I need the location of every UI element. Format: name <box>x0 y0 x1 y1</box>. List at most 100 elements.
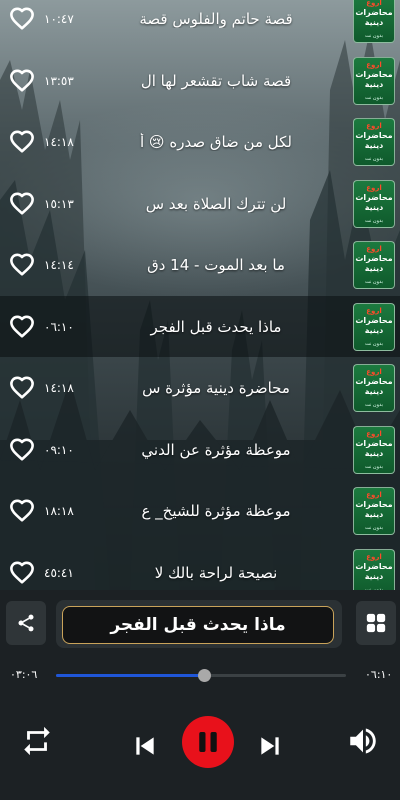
thumbnail-line2: محاضرات دينية <box>355 499 393 519</box>
thumbnail-line1: اروع <box>366 429 382 438</box>
track-duration: ١٤:١٨ <box>44 380 74 395</box>
favorite-heart-icon[interactable] <box>9 560 37 586</box>
track-title: موعظة مؤثرة للشيخ_ ع <box>141 501 291 520</box>
track-duration: ٤٥:٤١ <box>44 565 74 580</box>
thumbnail-line2: محاضرات دينية <box>355 376 393 396</box>
total-time: ٠٦:١٠ <box>365 668 393 681</box>
track-title: لن تترك الصلاة بعد س <box>145 194 287 213</box>
track-thumbnail: اروع محاضرات دينية بدون نت <box>353 117 395 166</box>
previous-button[interactable] <box>130 730 160 762</box>
thumbnail-line3: بدون نت <box>365 524 383 531</box>
thumbnail-line1: اروع <box>366 306 382 315</box>
track-duration: ١٤:١٨ <box>44 134 74 149</box>
thumbnail-line2: محاضرات دينية <box>355 438 393 458</box>
track-thumbnail: اروع محاضرات دينية بدون نت <box>353 56 395 105</box>
track-duration: ١٤:١٤ <box>44 257 74 272</box>
favorite-heart-icon[interactable] <box>9 437 37 463</box>
track-row[interactable]: ١٣:٥٣ قصة شاب تقشعر لها ال اروع محاضرات دين… <box>0 50 400 111</box>
favorite-heart-icon[interactable] <box>9 252 37 278</box>
track-title: قصة حاتم والفلوس قصة <box>139 9 293 28</box>
now-playing-title: ماذا يحدث قبل الفجر <box>62 606 334 644</box>
track-duration: ١٥:١٣ <box>44 196 74 211</box>
thumbnail-line2: محاضرات دينية <box>355 69 393 89</box>
pause-icon <box>199 732 217 752</box>
menu-grid-button[interactable] <box>356 601 396 645</box>
thumbnail-line3: بدون نت <box>365 217 383 224</box>
track-thumbnail: اروع محاضرات دينية بدون نت <box>353 0 395 43</box>
volume-icon <box>350 728 376 754</box>
track-row[interactable]: ٠٦:١٠ ماذا يحدث قبل الفجر اروع محاضرات ديني… <box>0 296 400 357</box>
track-thumbnail: اروع محاضرات دينية بدون نت <box>353 302 395 351</box>
track-duration: ١٣:٥٣ <box>44 73 74 88</box>
track-row[interactable]: ٤٥:٤١ نصيحة لراحة بالك لا اروع محاضرات ديني… <box>0 542 400 590</box>
track-row[interactable]: ١٤:١٨ لكل من ضاق صدره 😢 أ اروع محاضرات ديني… <box>0 111 400 172</box>
pause-button[interactable] <box>182 716 234 768</box>
thumbnail-line3: بدون نت <box>365 401 383 408</box>
track-duration: ٠٩:١٠ <box>44 442 74 457</box>
thumbnail-line1: اروع <box>366 552 382 561</box>
track-row[interactable]: ١٤:١٨ محاضرة دينية مؤثرة س اروع محاضرات دين… <box>0 357 400 418</box>
seek-thumb[interactable] <box>197 669 211 682</box>
skip-previous-icon <box>136 737 154 755</box>
thumbnail-line1: اروع <box>366 60 382 69</box>
favorite-heart-icon[interactable] <box>9 68 37 94</box>
thumbnail-line2: محاضرات دينية <box>355 130 393 150</box>
repeat-icon <box>24 726 50 756</box>
track-thumbnail: اروع محاضرات دينية بدون نت <box>353 240 395 289</box>
repeat-button[interactable] <box>18 722 56 760</box>
thumbnail-line3: بدون نت <box>365 155 383 162</box>
track-thumbnail: اروع محاضرات دينية بدون نت <box>353 179 395 228</box>
thumbnail-line2: محاضرات دينية <box>355 192 393 212</box>
thumbnail-line1: اروع <box>366 367 382 376</box>
thumbnail-line2: محاضرات دينية <box>355 561 393 581</box>
track-duration: ٠٦:١٠ <box>44 319 74 334</box>
favorite-heart-icon[interactable] <box>9 375 37 401</box>
volume-button[interactable] <box>344 722 382 760</box>
track-thumbnail: اروع محاضرات دينية بدون نت <box>353 548 395 590</box>
thumbnail-line3: بدون نت <box>365 463 383 470</box>
track-thumbnail: اروع محاضرات دينية بدون نت <box>353 425 395 474</box>
skip-next-icon <box>261 737 279 755</box>
favorite-heart-icon[interactable] <box>9 191 37 217</box>
track-title: محاضرة دينية مؤثرة س <box>142 378 290 397</box>
track-title: ماذا يحدث قبل الفجر <box>150 317 282 336</box>
track-title: ما بعد الموت - 14 دق <box>147 255 285 274</box>
thumbnail-line1: اروع <box>366 183 382 192</box>
favorite-heart-icon[interactable] <box>9 314 37 340</box>
grid-icon <box>366 613 386 633</box>
thumbnail-line1: اروع <box>366 490 382 499</box>
next-button[interactable] <box>255 730 285 762</box>
track-row[interactable]: ١٤:١٤ ما بعد الموت - 14 دق اروع محاضرات دين… <box>0 234 400 295</box>
track-row[interactable]: ٠٩:١٠ موعظة مؤثرة عن الدني اروع محاضرات دين… <box>0 419 400 480</box>
thumbnail-line2: محاضرات دينية <box>355 7 393 27</box>
thumbnail-line1: اروع <box>366 244 382 253</box>
seek-bar[interactable] <box>56 669 346 682</box>
favorite-heart-icon[interactable] <box>9 129 37 155</box>
track-title: موعظة مؤثرة عن الدني <box>141 440 291 459</box>
track-row[interactable]: ١٥:١٣ لن تترك الصلاة بعد س اروع محاضرات دين… <box>0 173 400 234</box>
track-title: لكل من ضاق صدره 😢 أ <box>140 132 292 151</box>
track-list: ١٠:٤٧ قصة حاتم والفلوس قصة اروع محاضرات دين… <box>0 0 400 590</box>
share-icon <box>18 614 34 632</box>
track-thumbnail: اروع محاضرات دينية بدون نت <box>353 486 395 535</box>
now-playing-box: ماذا يحدث قبل الفجر <box>56 600 342 648</box>
elapsed-time: ٠٣:٠٦ <box>10 668 38 681</box>
favorite-heart-icon[interactable] <box>9 498 37 524</box>
track-thumbnail: اروع محاضرات دينية بدون نت <box>353 363 395 412</box>
seek-progress <box>56 674 204 677</box>
track-row[interactable]: ١٠:٤٧ قصة حاتم والفلوس قصة اروع محاضرات دين… <box>0 0 400 49</box>
thumbnail-line3: بدون نت <box>365 94 383 101</box>
thumbnail-line2: محاضرات دينية <box>355 315 393 335</box>
track-duration: ١٨:١٨ <box>44 503 74 518</box>
thumbnail-line3: بدون نت <box>365 32 383 39</box>
share-button[interactable] <box>6 601 46 645</box>
favorite-heart-icon[interactable] <box>9 6 37 32</box>
thumbnail-line1: اروع <box>366 0 382 7</box>
track-title: قصة شاب تقشعر لها ال <box>140 71 292 90</box>
thumbnail-line2: محاضرات دينية <box>355 253 393 273</box>
thumbnail-line3: بدون نت <box>365 278 383 285</box>
thumbnail-line3: بدون نت <box>365 340 383 347</box>
track-title: نصيحة لراحة بالك لا <box>154 563 278 582</box>
track-row[interactable]: ١٨:١٨ موعظة مؤثرة للشيخ_ ع اروع محاضرات دين… <box>0 480 400 541</box>
track-duration: ١٠:٤٧ <box>44 11 74 26</box>
